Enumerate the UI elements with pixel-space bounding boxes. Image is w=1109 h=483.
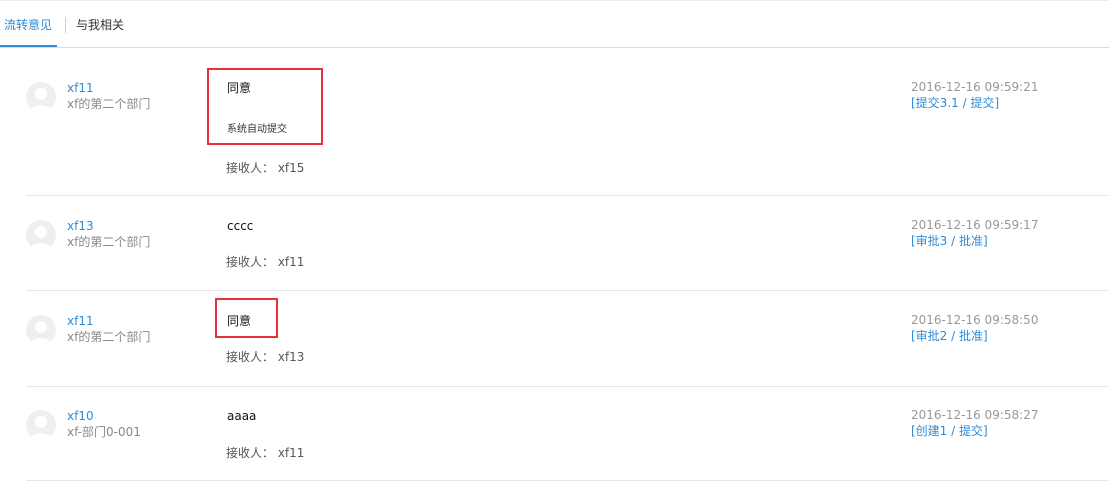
tab-flow-opinions[interactable]: 流转意见 xyxy=(4,17,52,33)
step-action-link[interactable]: [审批2 / 批准] xyxy=(911,329,988,343)
user-department: xf的第二个部门 xyxy=(67,330,151,344)
tab-related-to-me[interactable]: 与我相关 xyxy=(76,17,124,33)
user-avatar-icon xyxy=(26,410,56,440)
row-divider xyxy=(26,195,1109,196)
timestamp: 2016-12-16 09:58:50 xyxy=(911,313,1039,327)
recipient-text: 接收人： xf11 xyxy=(226,446,305,460)
timestamp: 2016-12-16 09:58:27 xyxy=(911,408,1039,422)
row-divider xyxy=(26,480,1109,481)
recipient-text: 接收人： xf11 xyxy=(226,255,305,269)
comment-text: aaaa xyxy=(227,409,257,423)
tab-separator xyxy=(65,17,66,33)
highlight-box xyxy=(207,68,323,145)
step-action-link[interactable]: [审批3 / 批准] xyxy=(911,234,988,248)
recipient-text: 接收人： xf15 xyxy=(226,161,305,175)
user-avatar-icon xyxy=(26,220,56,250)
timestamp: 2016-12-16 09:59:21 xyxy=(911,80,1039,94)
row-divider xyxy=(26,386,1109,387)
active-tab-underline xyxy=(0,45,57,47)
row-divider xyxy=(26,290,1109,291)
user-name-link[interactable]: xf11 xyxy=(67,81,94,95)
recipient-text: 接收人： xf13 xyxy=(226,350,305,364)
user-department: xf-部门0-001 xyxy=(67,425,141,439)
comment-text: cccc xyxy=(227,219,254,233)
user-avatar-icon xyxy=(26,315,56,345)
user-name-link[interactable]: xf13 xyxy=(67,219,94,233)
user-department: xf的第二个部门 xyxy=(67,235,151,249)
step-action-link[interactable]: [创建1 / 提交] xyxy=(911,424,988,438)
user-name-link[interactable]: xf10 xyxy=(67,409,94,423)
highlight-box xyxy=(215,298,278,338)
tab-bar: 流转意见 与我相关 xyxy=(0,1,1109,48)
user-name-link[interactable]: xf11 xyxy=(67,314,94,328)
timestamp: 2016-12-16 09:59:17 xyxy=(911,218,1039,232)
user-department: xf的第二个部门 xyxy=(67,97,151,111)
step-action-link[interactable]: [提交3.1 / 提交] xyxy=(911,96,999,110)
user-avatar-icon xyxy=(26,82,56,112)
